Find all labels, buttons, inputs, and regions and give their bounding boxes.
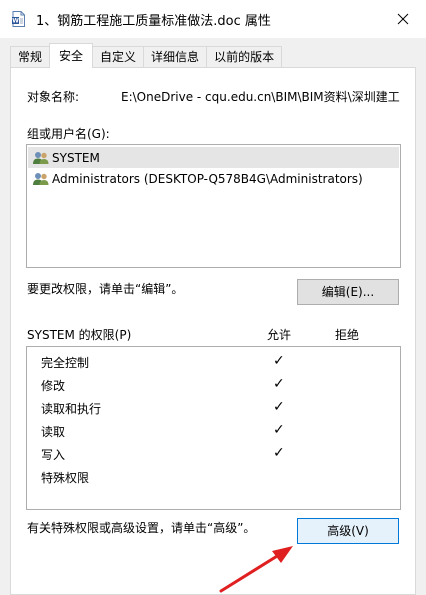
user-group-icon bbox=[33, 151, 49, 164]
object-path: E:\OneDrive - cqu.edu.cn\BIM\BIM资料\深圳建工 bbox=[121, 90, 400, 104]
tab-details[interactable]: 详细信息 bbox=[143, 46, 208, 68]
allow-check-icon: ✓ bbox=[273, 445, 285, 461]
permission-name: 修改 bbox=[41, 379, 66, 393]
allow-check-icon: ✓ bbox=[273, 422, 285, 438]
allow-check-icon: ✓ bbox=[273, 399, 285, 415]
groups-label: 组或用户名(G): bbox=[27, 127, 110, 141]
users-list[interactable]: SYSTEM Administrators (DESKTOP-Q578B4G\A… bbox=[26, 144, 401, 268]
permission-row: 读取 ✓ bbox=[27, 420, 400, 442]
permission-row: 读取和执行 ✓ bbox=[27, 397, 400, 419]
permission-row: 特殊权限 bbox=[27, 466, 400, 488]
close-button[interactable] bbox=[380, 0, 426, 38]
allow-header: 允许 bbox=[267, 328, 292, 342]
word-doc-icon: W bbox=[12, 11, 25, 27]
permission-name: 写入 bbox=[41, 448, 66, 462]
user-group-icon bbox=[33, 172, 49, 185]
deny-header: 拒绝 bbox=[335, 328, 360, 342]
title-bar: W 1、钢筋工程施工质量标准做法.doc 属性 bbox=[0, 0, 426, 38]
tab-previous-versions[interactable]: 以前的版本 bbox=[206, 46, 283, 68]
list-item-administrators[interactable]: Administrators (DESKTOP-Q578B4G\Administ… bbox=[28, 168, 399, 189]
permission-row: 写入 ✓ bbox=[27, 443, 400, 465]
permission-name: 读取 bbox=[41, 425, 66, 439]
object-name-label: 对象名称: bbox=[27, 90, 80, 104]
tab-custom[interactable]: 自定义 bbox=[92, 46, 145, 68]
tab-strip: 常规 安全 自定义 详细信息 以前的版本 bbox=[10, 43, 283, 68]
permission-row: 完全控制 ✓ bbox=[27, 351, 400, 373]
permissions-header: SYSTEM 的权限(P) bbox=[27, 328, 132, 342]
edit-hint: 要更改权限，请单击“编辑”。 bbox=[27, 282, 184, 296]
allow-check-icon: ✓ bbox=[273, 353, 285, 369]
close-icon bbox=[397, 13, 409, 25]
permissions-list[interactable]: 完全控制 ✓ 修改 ✓ 读取和执行 ✓ 读取 ✓ 写入 ✓ 特殊权限 bbox=[26, 346, 401, 510]
edit-button[interactable]: 编辑(E)... bbox=[297, 279, 399, 305]
permission-row: 修改 ✓ bbox=[27, 374, 400, 396]
window-title: 1、钢筋工程施工质量标准做法.doc 属性 bbox=[36, 14, 271, 29]
security-panel: 对象名称: E:\OneDrive - cqu.edu.cn\BIM\BIM资料… bbox=[10, 67, 416, 595]
permission-name: 完全控制 bbox=[41, 356, 90, 370]
allow-check-icon: ✓ bbox=[273, 376, 285, 392]
list-item-system[interactable]: SYSTEM bbox=[28, 147, 399, 168]
svg-text:W: W bbox=[12, 18, 19, 25]
tab-general[interactable]: 常规 bbox=[10, 46, 51, 68]
tab-security[interactable]: 安全 bbox=[49, 43, 94, 68]
user-name: Administrators (DESKTOP-Q578B4G\Administ… bbox=[52, 171, 363, 186]
user-name: SYSTEM bbox=[52, 150, 100, 165]
advanced-hint: 有关特殊权限或高级设置，请单击“高级”。 bbox=[27, 521, 256, 535]
permission-name: 读取和执行 bbox=[41, 402, 102, 416]
permission-name: 特殊权限 bbox=[41, 471, 90, 485]
advanced-button[interactable]: 高级(V) bbox=[297, 518, 399, 544]
